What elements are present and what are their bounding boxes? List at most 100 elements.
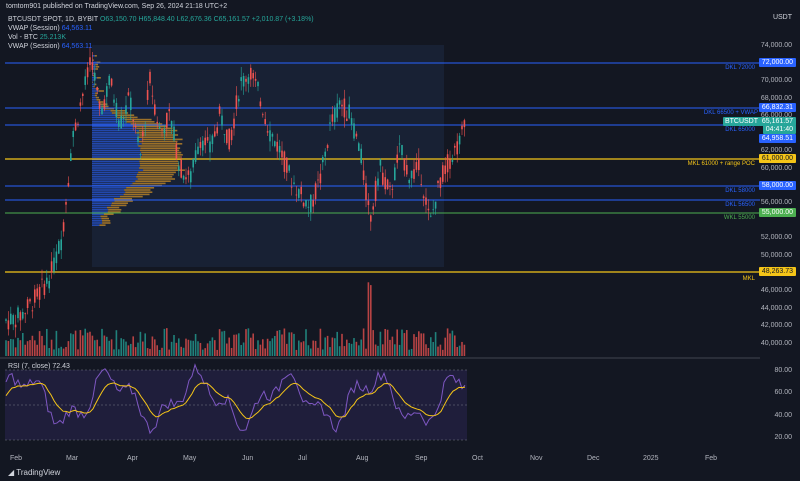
volume-bar	[384, 329, 386, 356]
price-chart[interactable]: DKL 72000 DKL 66500 + VWAP DKL 65000 MKL…	[0, 0, 800, 481]
price-tick: 62,000.00	[760, 147, 792, 154]
vwap-legend[interactable]: VWAP (Session) 64,563.11	[8, 24, 92, 33]
candle-body	[307, 206, 310, 208]
candle-body	[180, 159, 182, 178]
price-tick: 70,000.00	[760, 77, 792, 84]
volume-bar	[60, 346, 62, 356]
profile-bar-sell	[137, 178, 176, 180]
vwap-legend-2[interactable]: VWAP (Session) 64,563.11	[8, 42, 92, 51]
profile-bar-buy	[92, 167, 140, 169]
volume-bar	[168, 349, 170, 356]
volume-bar	[91, 335, 94, 356]
profile-bar-sell	[96, 77, 101, 79]
volume-bar	[358, 345, 360, 356]
candle-body	[55, 251, 58, 264]
volume-bar	[130, 343, 132, 356]
profile-bar-buy	[92, 138, 142, 141]
candle-body	[422, 196, 425, 199]
volume-bar	[463, 344, 466, 356]
candle-body	[228, 128, 230, 150]
candle-body	[262, 114, 264, 116]
profile-bar-sell	[132, 182, 166, 185]
level-label: DKL 65000	[725, 127, 755, 133]
candle-body	[127, 92, 130, 96]
candle-body	[281, 150, 283, 158]
profile-bar-buy	[92, 204, 111, 207]
volume-bar	[211, 337, 214, 356]
profile-bar-sell	[115, 114, 135, 116]
volume-bar	[113, 349, 115, 356]
volume-bar	[34, 340, 36, 356]
level-label: MKL	[743, 276, 756, 282]
candle-body	[238, 98, 240, 102]
rsi-legend[interactable]: RSI (7, close) 72.43	[8, 363, 70, 370]
candle-body	[461, 125, 463, 130]
time-tick: Nov	[530, 455, 543, 462]
volume-bar	[204, 348, 206, 356]
candle-body	[324, 151, 326, 157]
volume-bar	[233, 334, 235, 356]
candle-body	[230, 129, 233, 141]
volume-bar	[245, 329, 247, 356]
volume-bar	[389, 339, 391, 356]
candle-body	[46, 277, 48, 284]
volume-bar	[334, 338, 336, 356]
volume-bar	[5, 340, 7, 356]
profile-bar-sell	[126, 187, 155, 189]
volume-bar	[223, 330, 226, 356]
candle-body	[353, 123, 355, 139]
candle-body	[103, 99, 106, 110]
price-tick: 44,000.00	[760, 305, 792, 312]
profile-bar-buy	[92, 99, 97, 101]
volume-bar	[238, 333, 240, 356]
candle-body	[67, 182, 70, 187]
vol-legend[interactable]: Vol - BTC 25.213K	[8, 33, 66, 42]
volume-bar	[396, 329, 398, 356]
profile-bar-sell	[124, 189, 151, 191]
profile-bar-buy	[92, 160, 140, 163]
volume-bar	[137, 342, 139, 356]
profile-bar-buy	[92, 125, 134, 127]
profile-bar-sell	[102, 220, 111, 222]
volume-bar	[254, 349, 257, 356]
profile-bar-sell	[124, 118, 152, 121]
candle-body	[118, 120, 120, 127]
price-tag-64958[interactable]: 64,958.51	[758, 134, 796, 143]
candle-body	[283, 151, 286, 172]
volume-bar	[422, 333, 425, 356]
volume-bar	[14, 347, 17, 356]
candle-body	[410, 170, 413, 179]
currency-label[interactable]: USDT	[773, 14, 792, 21]
volume-bar	[413, 334, 415, 356]
candle-body	[108, 75, 110, 85]
profile-bar-buy	[92, 90, 99, 92]
price-tag-58000[interactable]: 58,000.00	[758, 181, 796, 190]
candle-body	[168, 109, 170, 112]
countdown-tag[interactable]: 04:41:40	[762, 125, 796, 134]
volume-bar	[22, 332, 24, 356]
volume-bar	[367, 282, 370, 356]
price-tag-48263[interactable]: 48,263.73	[758, 267, 796, 276]
profile-bar-sell	[139, 140, 178, 143]
volume-bar	[406, 330, 408, 356]
price-tag-72000[interactable]: 72,000.00	[758, 58, 796, 67]
volume-bar	[79, 330, 82, 356]
tradingview-logo[interactable]: ◢ TradingView	[8, 468, 60, 477]
price-tag-66832[interactable]: 66,832.31	[758, 103, 796, 112]
price-tag-55000[interactable]: 55,000.00	[758, 208, 796, 217]
profile-bar-sell	[102, 222, 111, 224]
time-tick: Oct	[472, 455, 483, 462]
volume-bar	[271, 338, 274, 356]
profile-bar-buy	[92, 178, 138, 180]
candle-body	[463, 120, 466, 128]
symbol-legend[interactable]: BTCUSDT SPOT, 1D, BYBIT O63,150.70 H65,8…	[8, 15, 314, 24]
vol-value: 25.213K	[39, 34, 66, 41]
profile-bar-buy	[92, 162, 140, 165]
candle-body	[211, 135, 214, 145]
price-tag-61000[interactable]: 61,000.00	[758, 154, 796, 163]
symbol-tag[interactable]: BTCUSDT	[722, 117, 760, 126]
volume-bar	[360, 339, 362, 356]
volume-bar	[24, 344, 26, 356]
rsi-tick: 20.00	[774, 434, 792, 441]
profile-bar-sell	[139, 149, 180, 152]
